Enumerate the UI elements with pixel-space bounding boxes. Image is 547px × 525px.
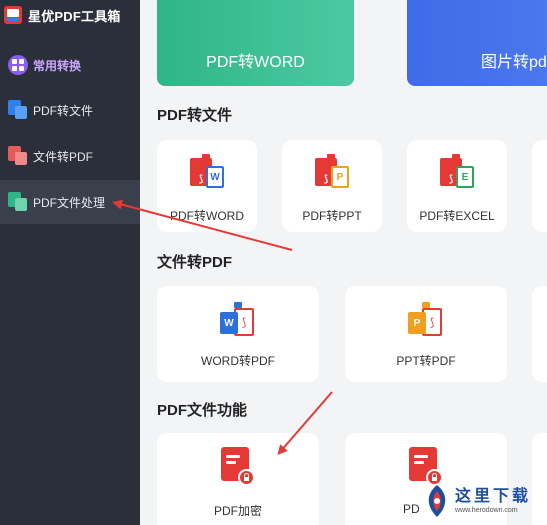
- card-label: PDF转PPT: [302, 209, 362, 223]
- card-pdf-to-word[interactable]: ⟆ W PDF转WORD: [157, 140, 257, 232]
- watermark: 这里下载 www.herodown.com: [423, 479, 541, 523]
- section-title-pdf-to-file: PDF转文件: [157, 107, 233, 124]
- card-label: PDF转WORD: [170, 209, 244, 223]
- pdf-to-ppt-icon: ⟆ P: [315, 154, 351, 190]
- card-pdf-to-ppt[interactable]: ⟆ P PDF转PPT: [282, 140, 382, 232]
- banner-image-to-pdf[interactable]: 图片转pd: [407, 0, 547, 86]
- sidebar-item-label: PDF文件处理: [33, 195, 106, 210]
- main-panel: PDF转WORD 图片转pd PDF转文件 ⟆ W PDF转WORD ⟆ P P…: [140, 0, 547, 525]
- section-title-pdf-functions: PDF文件功能: [157, 402, 248, 419]
- banner-pdf-to-word[interactable]: PDF转WORD: [157, 0, 354, 86]
- grid-icon: [8, 55, 28, 75]
- sidebar-item-file-to-pdf[interactable]: 文件转PDF: [0, 134, 140, 178]
- lock-doc-icon: [219, 447, 255, 487]
- ppt-to-pdf-icon: ⟆ P: [408, 302, 446, 338]
- card-label: PPT转PDF: [396, 354, 456, 368]
- sidebar-item-label: 常用转换: [33, 58, 82, 73]
- pdf-to-excel-icon: ⟆ E: [440, 154, 476, 190]
- card-pdf-to-excel[interactable]: ⟆ E PDF转EXCEL: [407, 140, 507, 232]
- pdf-process-icon: [8, 192, 28, 212]
- app-logo-icon: [4, 6, 22, 24]
- section-title-file-to-pdf: 文件转PDF: [157, 254, 233, 271]
- app-header: 星优PDF工具箱: [4, 4, 121, 26]
- watermark-text: 这里下载: [455, 487, 532, 505]
- card-label: PDF转EXCEL: [419, 209, 495, 223]
- banner-label: PDF转WORD: [206, 54, 305, 71]
- watermark-logo-icon: [423, 483, 451, 519]
- app-title: 星优PDF工具箱: [28, 8, 121, 24]
- pdf-to-file-icon: [8, 100, 28, 120]
- card-ppt-to-pdf[interactable]: ⟆ P PPT转PDF: [345, 286, 507, 382]
- card-label: PDF加密: [213, 504, 262, 518]
- card-partial[interactable]: [532, 286, 547, 382]
- card-word-to-pdf[interactable]: ⟆ W WORD转PDF: [157, 286, 319, 382]
- pdf-to-word-icon: ⟆ W: [190, 154, 226, 190]
- card-partial[interactable]: [532, 140, 547, 232]
- sidebar-item-label: PDF转文件: [33, 103, 94, 118]
- sidebar: 星优PDF工具箱 常用转换 PDF转文件 文件转PDF PDF文件处理: [0, 0, 140, 525]
- sidebar-item-label: 文件转PDF: [33, 149, 94, 164]
- watermark-url: www.herodown.com: [455, 506, 518, 514]
- file-to-pdf-icon: [8, 146, 28, 166]
- banner-label: 图片转pd: [481, 54, 547, 71]
- sidebar-item-pdf-process[interactable]: PDF文件处理: [0, 180, 140, 224]
- sidebar-item-pdf-to-file[interactable]: PDF转文件: [0, 88, 140, 132]
- sidebar-item-common[interactable]: 常用转换: [0, 43, 140, 87]
- word-to-pdf-icon: ⟆ W: [220, 302, 258, 338]
- card-label: WORD转PDF: [201, 354, 275, 368]
- card-pdf-encrypt[interactable]: PDF加密: [157, 433, 319, 525]
